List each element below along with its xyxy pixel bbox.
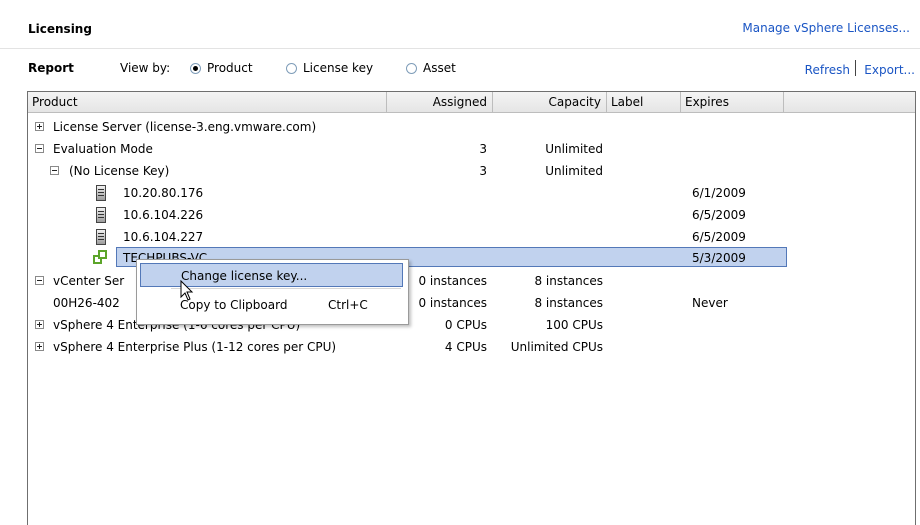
report-title: Report [28, 61, 74, 75]
host-icon [96, 207, 106, 223]
radio-selected-icon [190, 62, 201, 74]
refresh-link[interactable]: Refresh [805, 63, 850, 77]
capacity-cell: Unlimited CPUs [510, 340, 603, 354]
capacity-cell: Unlimited [545, 164, 603, 178]
radio-label: Product [207, 61, 253, 75]
collapse-icon[interactable] [35, 276, 44, 285]
expand-icon[interactable] [35, 342, 44, 351]
menu-item-label: Change license key... [181, 269, 308, 283]
table-row[interactable]: vSphere 4 Enterprise Plus (1-12 cores pe… [28, 336, 915, 358]
report-toolbar: Report View by: Product License key Asse… [0, 49, 920, 89]
radio-empty-icon [406, 62, 417, 74]
capacity-cell: 8 instances [534, 296, 603, 310]
mouse-cursor-icon [180, 280, 194, 301]
manage-licenses-link[interactable]: Manage vSphere Licenses... [742, 21, 910, 35]
table-row[interactable]: 10.6.104.226 6/5/2009 [28, 204, 915, 226]
menu-divider [171, 288, 401, 289]
view-by-label: View by: [120, 61, 171, 75]
product-cell: 10.6.104.226 [123, 208, 204, 222]
collapse-icon[interactable] [35, 144, 44, 153]
expires-cell: 6/5/2009 [692, 230, 746, 244]
table-row[interactable]: Evaluation Mode 3 Unlimited [28, 138, 915, 160]
radio-empty-icon [286, 62, 297, 74]
capacity-cell: Unlimited [545, 142, 603, 156]
link-separator [855, 60, 856, 76]
expand-icon[interactable] [35, 320, 44, 329]
context-menu: Change license key... Copy to Clipboard … [136, 259, 409, 325]
view-by-product-radio[interactable]: Product [190, 61, 253, 75]
table-row[interactable]: 10.20.80.176 6/1/2009 [28, 182, 915, 204]
host-icon [96, 229, 106, 245]
expires-cell: 6/5/2009 [692, 208, 746, 222]
product-cell: 10.6.104.227 [123, 230, 204, 244]
vcenter-icon [92, 250, 108, 266]
product-cell: vCenter Ser [53, 274, 125, 288]
table-row[interactable]: (No License Key) 3 Unlimited [28, 160, 915, 182]
host-icon [96, 185, 106, 201]
expires-cell: 6/1/2009 [692, 186, 746, 200]
view-by-license-key-radio[interactable]: License key [286, 61, 373, 75]
table-row[interactable]: 10.6.104.227 6/5/2009 [28, 226, 915, 248]
column-header-product[interactable]: Product [28, 92, 387, 112]
radio-label: Asset [423, 61, 456, 75]
radio-label: License key [303, 61, 374, 75]
menu-item-shortcut: Ctrl+C [328, 298, 368, 312]
page-title: Licensing [28, 22, 92, 36]
assigned-cell: 3 [479, 142, 487, 156]
column-header-label[interactable]: Label [607, 92, 681, 112]
expand-icon[interactable] [35, 122, 44, 131]
table-header: Product Assigned Capacity Label Expires [28, 92, 915, 113]
product-cell: Evaluation Mode [53, 142, 153, 156]
product-cell: 00H26-402 [53, 296, 120, 310]
product-cell: vSphere 4 Enterprise Plus (1-12 cores pe… [53, 340, 337, 354]
view-by-asset-radio[interactable]: Asset [406, 61, 456, 75]
license-report-table: Product Assigned Capacity Label Expires … [27, 91, 916, 525]
collapse-icon[interactable] [50, 166, 59, 175]
product-cell: License Server (license-3.eng.vmware.com… [53, 120, 317, 134]
table-row[interactable]: License Server (license-3.eng.vmware.com… [28, 116, 915, 138]
licensing-header: Licensing Manage vSphere Licenses... [0, 0, 920, 49]
menu-item-label: Copy to Clipboard [180, 298, 288, 312]
expires-cell: 5/3/2009 [692, 251, 746, 265]
column-header-extra[interactable] [784, 92, 915, 112]
column-header-capacity[interactable]: Capacity [493, 92, 607, 112]
product-cell: (No License Key) [69, 164, 170, 178]
column-header-expires[interactable]: Expires [681, 92, 784, 112]
assigned-cell: 4 CPUs [444, 340, 487, 354]
expires-cell: Never [692, 296, 728, 310]
assigned-cell: 3 [479, 164, 487, 178]
capacity-cell: 100 CPUs [545, 318, 603, 332]
capacity-cell: 8 instances [534, 274, 603, 288]
export-link[interactable]: Export... [864, 63, 915, 77]
column-header-assigned[interactable]: Assigned [387, 92, 493, 112]
product-cell: 10.20.80.176 [123, 186, 204, 200]
